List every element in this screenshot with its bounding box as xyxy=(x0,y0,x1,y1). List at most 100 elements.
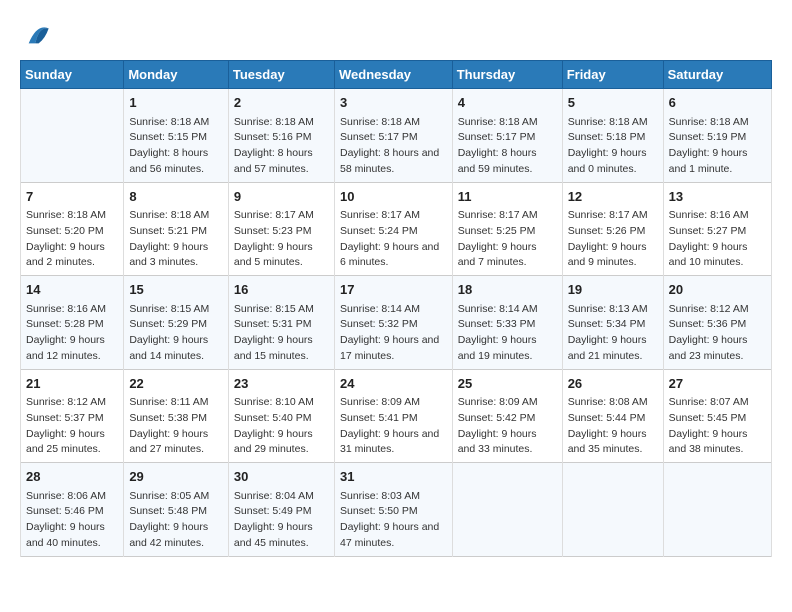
calendar-cell: 29Sunrise: 8:05 AMSunset: 5:48 PMDayligh… xyxy=(124,463,229,557)
day-info: Sunrise: 8:17 AM xyxy=(458,208,557,224)
calendar-cell xyxy=(663,463,771,557)
day-info: Daylight: 8 hours and 56 minutes. xyxy=(129,146,223,178)
calendar-cell: 22Sunrise: 8:11 AMSunset: 5:38 PMDayligh… xyxy=(124,369,229,463)
week-row-1: 1Sunrise: 8:18 AMSunset: 5:15 PMDaylight… xyxy=(21,89,772,183)
day-info: Sunset: 5:31 PM xyxy=(234,317,329,333)
day-number: 30 xyxy=(234,467,329,487)
day-number: 14 xyxy=(26,280,118,300)
day-info: Sunrise: 8:03 AM xyxy=(340,489,447,505)
calendar-cell xyxy=(452,463,562,557)
day-info: Sunrise: 8:04 AM xyxy=(234,489,329,505)
day-info: Sunrise: 8:18 AM xyxy=(26,208,118,224)
day-info: Daylight: 9 hours and 42 minutes. xyxy=(129,520,223,552)
day-number: 6 xyxy=(669,93,766,113)
day-info: Sunrise: 8:12 AM xyxy=(26,395,118,411)
calendar-cell: 10Sunrise: 8:17 AMSunset: 5:24 PMDayligh… xyxy=(334,182,452,276)
day-number: 29 xyxy=(129,467,223,487)
day-info: Sunset: 5:34 PM xyxy=(568,317,658,333)
day-info: Daylight: 9 hours and 0 minutes. xyxy=(568,146,658,178)
day-info: Sunset: 5:48 PM xyxy=(129,504,223,520)
day-number: 12 xyxy=(568,187,658,207)
calendar-cell: 12Sunrise: 8:17 AMSunset: 5:26 PMDayligh… xyxy=(562,182,663,276)
calendar-cell: 25Sunrise: 8:09 AMSunset: 5:42 PMDayligh… xyxy=(452,369,562,463)
day-info: Daylight: 8 hours and 57 minutes. xyxy=(234,146,329,178)
calendar-cell: 15Sunrise: 8:15 AMSunset: 5:29 PMDayligh… xyxy=(124,276,229,370)
day-info: Sunset: 5:21 PM xyxy=(129,224,223,240)
calendar-cell: 4Sunrise: 8:18 AMSunset: 5:17 PMDaylight… xyxy=(452,89,562,183)
calendar-cell: 2Sunrise: 8:18 AMSunset: 5:16 PMDaylight… xyxy=(228,89,334,183)
day-info: Sunset: 5:32 PM xyxy=(340,317,447,333)
day-info: Daylight: 9 hours and 15 minutes. xyxy=(234,333,329,365)
day-info: Sunrise: 8:15 AM xyxy=(234,302,329,318)
day-info: Sunrise: 8:14 AM xyxy=(458,302,557,318)
day-number: 13 xyxy=(669,187,766,207)
day-number: 10 xyxy=(340,187,447,207)
day-info: Sunset: 5:23 PM xyxy=(234,224,329,240)
calendar-cell xyxy=(21,89,124,183)
calendar-cell: 24Sunrise: 8:09 AMSunset: 5:41 PMDayligh… xyxy=(334,369,452,463)
day-info: Sunset: 5:33 PM xyxy=(458,317,557,333)
day-info: Daylight: 9 hours and 17 minutes. xyxy=(340,333,447,365)
day-info: Sunrise: 8:09 AM xyxy=(458,395,557,411)
day-number: 9 xyxy=(234,187,329,207)
day-number: 20 xyxy=(669,280,766,300)
calendar-header-row: SundayMondayTuesdayWednesdayThursdayFrid… xyxy=(21,61,772,89)
week-row-2: 7Sunrise: 8:18 AMSunset: 5:20 PMDaylight… xyxy=(21,182,772,276)
day-info: Sunrise: 8:16 AM xyxy=(669,208,766,224)
day-info: Sunrise: 8:17 AM xyxy=(234,208,329,224)
day-info: Daylight: 8 hours and 58 minutes. xyxy=(340,146,447,178)
day-number: 17 xyxy=(340,280,447,300)
day-info: Daylight: 9 hours and 35 minutes. xyxy=(568,427,658,459)
calendar-cell: 16Sunrise: 8:15 AMSunset: 5:31 PMDayligh… xyxy=(228,276,334,370)
day-info: Daylight: 9 hours and 7 minutes. xyxy=(458,240,557,272)
day-info: Sunrise: 8:13 AM xyxy=(568,302,658,318)
day-info: Sunset: 5:24 PM xyxy=(340,224,447,240)
day-info: Sunrise: 8:18 AM xyxy=(234,115,329,131)
day-info: Daylight: 9 hours and 3 minutes. xyxy=(129,240,223,272)
calendar-cell: 1Sunrise: 8:18 AMSunset: 5:15 PMDaylight… xyxy=(124,89,229,183)
calendar-cell: 5Sunrise: 8:18 AMSunset: 5:18 PMDaylight… xyxy=(562,89,663,183)
day-info: Sunrise: 8:07 AM xyxy=(669,395,766,411)
day-number: 2 xyxy=(234,93,329,113)
day-info: Sunrise: 8:15 AM xyxy=(129,302,223,318)
calendar-cell: 31Sunrise: 8:03 AMSunset: 5:50 PMDayligh… xyxy=(334,463,452,557)
day-info: Sunrise: 8:17 AM xyxy=(340,208,447,224)
week-row-5: 28Sunrise: 8:06 AMSunset: 5:46 PMDayligh… xyxy=(21,463,772,557)
day-info: Sunrise: 8:09 AM xyxy=(340,395,447,411)
day-info: Daylight: 9 hours and 2 minutes. xyxy=(26,240,118,272)
calendar-cell: 21Sunrise: 8:12 AMSunset: 5:37 PMDayligh… xyxy=(21,369,124,463)
day-info: Sunrise: 8:18 AM xyxy=(669,115,766,131)
calendar-cell: 26Sunrise: 8:08 AMSunset: 5:44 PMDayligh… xyxy=(562,369,663,463)
day-info: Sunset: 5:19 PM xyxy=(669,130,766,146)
day-info: Sunrise: 8:18 AM xyxy=(340,115,447,131)
day-number: 27 xyxy=(669,374,766,394)
calendar-cell: 20Sunrise: 8:12 AMSunset: 5:36 PMDayligh… xyxy=(663,276,771,370)
day-info: Daylight: 9 hours and 40 minutes. xyxy=(26,520,118,552)
calendar-cell: 30Sunrise: 8:04 AMSunset: 5:49 PMDayligh… xyxy=(228,463,334,557)
day-info: Daylight: 9 hours and 29 minutes. xyxy=(234,427,329,459)
day-info: Daylight: 9 hours and 6 minutes. xyxy=(340,240,447,272)
day-info: Sunrise: 8:06 AM xyxy=(26,489,118,505)
calendar-cell: 3Sunrise: 8:18 AMSunset: 5:17 PMDaylight… xyxy=(334,89,452,183)
day-info: Daylight: 9 hours and 33 minutes. xyxy=(458,427,557,459)
calendar-cell: 13Sunrise: 8:16 AMSunset: 5:27 PMDayligh… xyxy=(663,182,771,276)
day-info: Sunrise: 8:11 AM xyxy=(129,395,223,411)
day-info: Sunset: 5:46 PM xyxy=(26,504,118,520)
day-info: Daylight: 9 hours and 1 minute. xyxy=(669,146,766,178)
logo-icon xyxy=(22,20,52,50)
logo xyxy=(20,20,52,50)
day-info: Daylight: 9 hours and 14 minutes. xyxy=(129,333,223,365)
day-info: Daylight: 9 hours and 47 minutes. xyxy=(340,520,447,552)
day-info: Sunrise: 8:17 AM xyxy=(568,208,658,224)
header-thursday: Thursday xyxy=(452,61,562,89)
day-info: Sunset: 5:40 PM xyxy=(234,411,329,427)
day-info: Sunrise: 8:08 AM xyxy=(568,395,658,411)
week-row-4: 21Sunrise: 8:12 AMSunset: 5:37 PMDayligh… xyxy=(21,369,772,463)
calendar-cell: 18Sunrise: 8:14 AMSunset: 5:33 PMDayligh… xyxy=(452,276,562,370)
day-info: Sunrise: 8:18 AM xyxy=(458,115,557,131)
day-number: 21 xyxy=(26,374,118,394)
header-tuesday: Tuesday xyxy=(228,61,334,89)
day-number: 5 xyxy=(568,93,658,113)
day-info: Daylight: 9 hours and 45 minutes. xyxy=(234,520,329,552)
day-info: Daylight: 9 hours and 25 minutes. xyxy=(26,427,118,459)
